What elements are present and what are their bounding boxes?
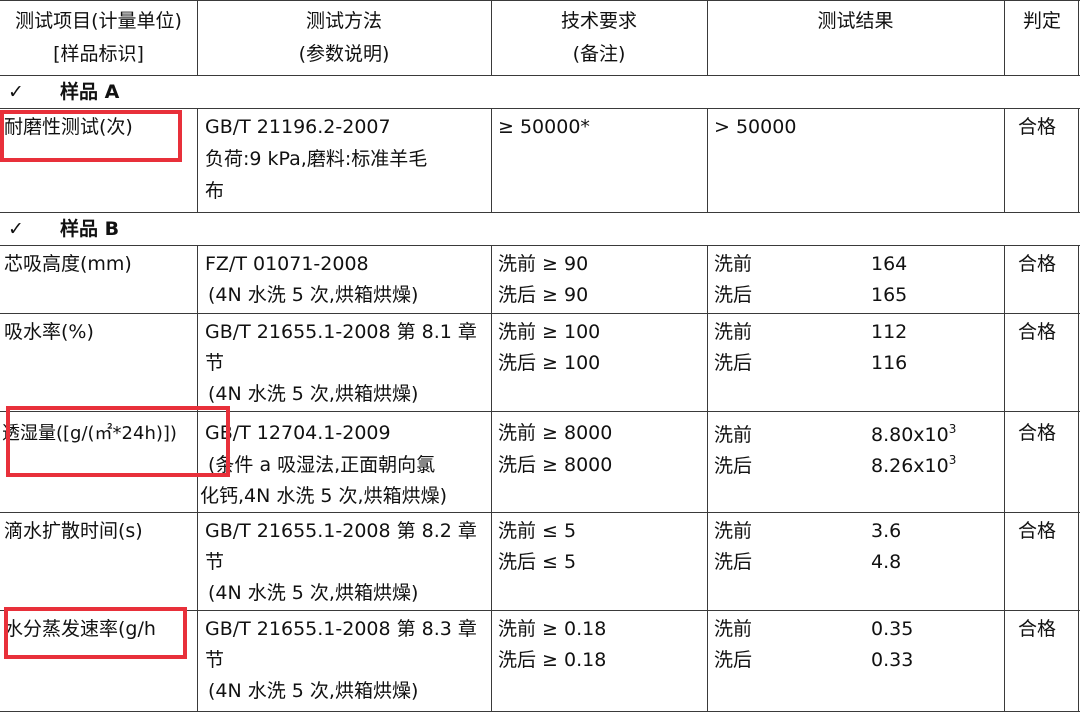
method-line: 节 — [205, 649, 225, 671]
requirement-line: 洗后 ≤ 5 — [498, 551, 577, 573]
header-item-subtitle: [样品标识] — [53, 43, 144, 65]
check-icon: ✓ — [8, 81, 24, 103]
result-exponent: 3 — [948, 453, 957, 467]
result-value: 164 — [871, 253, 908, 275]
result-exponent: 3 — [948, 422, 957, 436]
method-line: 化钙,4N 水洗 5 次,烘箱烘燥) — [200, 485, 448, 507]
col-divider — [197, 245, 199, 711]
col-divider — [1004, 245, 1006, 711]
header-requirement-subtitle: (备注) — [572, 43, 626, 65]
requirement-line: 洗后 ≥ 8000 — [498, 454, 613, 476]
result-label: 洗后 — [714, 352, 753, 374]
method-line: GB/T 21655.1-2008 第 8.1 章 — [205, 321, 477, 343]
result-value: 165 — [871, 284, 908, 306]
row-divider — [0, 0, 1080, 2]
method-line: (4N 水洗 5 次,烘箱烘燥) — [208, 582, 419, 604]
method-line: (4N 水洗 5 次,烘箱烘燥) — [208, 383, 419, 405]
method-line: (条件 a 吸湿法,正面朝向氯 — [208, 454, 436, 476]
highlight-box-abrasion — [0, 110, 182, 162]
verdict-value: 合格 — [1018, 116, 1057, 138]
result-mantissa: 8.26x10 — [871, 455, 949, 477]
header-item-title: 测试项目(计量单位) — [15, 10, 182, 32]
header-method-title: 测试方法 — [305, 10, 382, 32]
method-line: GB/T 21655.1-2008 第 8.3 章 — [205, 618, 477, 640]
item-label: 芯吸高度(mm) — [4, 253, 132, 275]
method-line: FZ/T 01071-2008 — [205, 253, 369, 275]
requirement-line: 洗前 ≤ 5 — [498, 520, 577, 542]
col-divider — [1078, 245, 1080, 711]
verdict-value: 合格 — [1018, 321, 1057, 343]
method-line: GB/T 21655.1-2008 第 8.2 章 — [205, 520, 477, 542]
requirement-value: ≥ 50000* — [498, 116, 590, 138]
result-label: 洗后 — [714, 455, 753, 477]
result-value: 4.8 — [871, 551, 902, 573]
col-divider — [491, 245, 493, 711]
row-divider — [0, 75, 1080, 77]
result-value: 3.6 — [871, 520, 902, 542]
check-icon: ✓ — [8, 218, 24, 240]
col-divider — [1004, 108, 1006, 212]
result-value: 0.33 — [871, 649, 914, 671]
col-divider — [491, 108, 493, 212]
requirement-line: 洗后 ≥ 100 — [498, 352, 601, 374]
requirement-line: 洗后 ≥ 90 — [498, 284, 589, 306]
result-mantissa: 8.80x10 — [871, 424, 949, 446]
result-value: 112 — [871, 321, 908, 343]
header-result-title: 测试结果 — [817, 10, 894, 32]
row-divider — [0, 108, 1080, 110]
method-line: 布 — [205, 180, 225, 202]
col-divider — [707, 245, 709, 711]
result-label: 洗前 — [714, 520, 753, 542]
result-value: > 50000 — [714, 116, 797, 138]
result-label: 洗后 — [714, 284, 753, 306]
result-label: 洗前 — [714, 424, 753, 446]
requirement-line: 洗后 ≥ 0.18 — [498, 649, 607, 671]
row-divider — [0, 212, 1080, 214]
method-line: (4N 水洗 5 次,烘箱烘燥) — [208, 680, 419, 702]
result-value: 116 — [871, 352, 908, 374]
col-divider — [707, 108, 709, 212]
sample-a-label: 样品 A — [60, 81, 120, 103]
row-divider — [0, 245, 1080, 247]
verdict-value: 合格 — [1018, 520, 1057, 542]
method-line: 节 — [205, 551, 225, 573]
method-line: (4N 水洗 5 次,烘箱烘燥) — [208, 284, 419, 306]
result-label: 洗前 — [714, 253, 753, 275]
result-label: 洗前 — [714, 618, 753, 640]
requirement-line: 洗前 ≥ 8000 — [498, 422, 613, 444]
requirement-line: 洗前 ≥ 100 — [498, 321, 601, 343]
row-divider — [0, 313, 1080, 315]
highlight-box-moisture — [6, 406, 230, 477]
result-label: 洗后 — [714, 551, 753, 573]
result-value: 8.80x103 — [871, 420, 956, 451]
verdict-value: 合格 — [1018, 253, 1057, 275]
test-results-table: 测试项目(计量单位) [样品标识] 测试方法 (参数说明) 技术要求 (备注) … — [0, 0, 1080, 721]
item-label: 吸水率(%) — [4, 321, 94, 343]
header-verdict-title: 判定 — [1022, 10, 1061, 32]
result-label: 洗后 — [714, 649, 753, 671]
col-divider — [1078, 108, 1080, 212]
requirement-line: 洗前 ≥ 90 — [498, 253, 589, 275]
verdict-value: 合格 — [1018, 422, 1057, 444]
sample-b-label: 样品 B — [60, 218, 120, 240]
result-label: 洗前 — [714, 321, 753, 343]
header-method-subtitle: (参数说明) — [298, 43, 390, 65]
method-line: 负荷:9 kPa,磨料:标准羊毛 — [205, 148, 428, 170]
item-label: 滴水扩散时间(s) — [4, 520, 143, 542]
verdict-value: 合格 — [1018, 618, 1057, 640]
result-value: 8.26x103 — [871, 451, 956, 482]
highlight-box-evaporation — [4, 607, 187, 659]
row-divider — [0, 711, 1080, 713]
header-requirement-title: 技术要求 — [560, 10, 637, 32]
result-value: 0.35 — [871, 618, 914, 640]
col-divider — [197, 108, 199, 212]
requirement-line: 洗前 ≥ 0.18 — [498, 618, 607, 640]
row-divider — [0, 512, 1080, 514]
method-line: GB/T 12704.1-2009 — [205, 422, 391, 444]
method-line: 节 — [205, 352, 225, 374]
method-line: GB/T 21196.2-2007 — [205, 116, 391, 138]
